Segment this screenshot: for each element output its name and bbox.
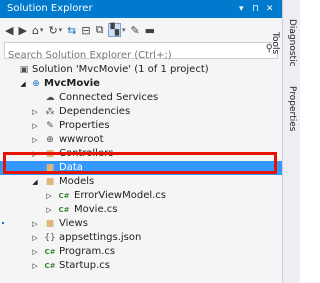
solution-icon: ▣ — [19, 65, 29, 75]
tree-item-label: Properties — [59, 120, 110, 131]
folder-icon: ■ — [45, 149, 55, 159]
tree-item-label: Models — [59, 176, 95, 187]
connected-services-icon: ☁ — [45, 93, 55, 103]
collapsed-arrow-icon[interactable]: ▷ — [30, 147, 40, 161]
tree-item-label: Movie.cs — [74, 204, 118, 215]
csharp-file-icon: C# — [44, 248, 56, 256]
tree-item-project[interactable]: ◢ ⊕ MvcMovie — [0, 77, 282, 91]
tree-item-label: Controllers — [59, 148, 114, 159]
tree-item-models[interactable]: ◢ ■ Models — [0, 175, 282, 189]
tree-item-label: Startup.cs — [59, 260, 111, 271]
tree-item-label: wwwroot — [59, 134, 104, 145]
tree-item-label: ErrorViewModel.cs — [74, 190, 167, 201]
horizontal-scrollbar[interactable] — [0, 277, 282, 283]
tree-item-properties[interactable]: ▷ ✎ Properties — [0, 119, 282, 133]
dropdown-icon[interactable]: ▾ — [122, 26, 126, 34]
pane-title: Solution Explorer — [7, 3, 93, 14]
text-caret — [2, 222, 4, 224]
tree-item-solution[interactable]: ▣ Solution 'MvcMovie' (1 of 1 project) — [0, 63, 282, 77]
show-all-files-icon[interactable]: ▚ — [108, 23, 121, 37]
json-file-icon: {} — [44, 233, 56, 243]
close-icon[interactable]: ✕ — [266, 0, 274, 18]
tree-item-label: MvcMovie — [44, 78, 100, 89]
title-bar: Solution Explorer ▾ ⊓ ✕ — [0, 0, 282, 18]
csharp-file-icon: C# — [44, 262, 56, 270]
collapsed-arrow-icon[interactable]: ▷ — [30, 217, 40, 231]
tree-item-label: Connected Services — [59, 92, 159, 103]
tree-item-label: Dependencies — [59, 106, 131, 117]
tree-item-controllers[interactable]: ▷ ■ Controllers — [0, 147, 282, 161]
sync-icon[interactable]: ⇆ — [67, 24, 76, 37]
expanded-arrow-icon[interactable]: ◢ — [18, 77, 28, 91]
folder-icon: ■ — [45, 177, 55, 187]
forward-icon[interactable]: ▶ — [18, 24, 26, 37]
home-icon[interactable]: ⌂ — [32, 24, 39, 37]
refresh-icon[interactable]: ⧉ — [96, 23, 104, 37]
tree-item-label: Program.cs — [59, 246, 116, 257]
search-input[interactable] — [5, 48, 248, 63]
tree-item-movie[interactable]: ▷ C# Movie.cs — [0, 203, 282, 217]
tree-item-label: appsettings.json — [59, 232, 142, 243]
collapsed-arrow-icon[interactable]: ▷ — [30, 245, 40, 259]
tab-properties[interactable]: Properties — [283, 84, 300, 134]
back-icon[interactable]: ◀ — [5, 24, 13, 37]
web-project-icon: ⊕ — [32, 79, 40, 89]
history-icon[interactable]: ↻ — [48, 24, 57, 37]
tab-diagnostic-tools[interactable]: Diagnostic Tools — [270, 8, 300, 78]
tree-item-dependencies[interactable]: ▷ ⁂ Dependencies — [0, 105, 282, 119]
tree-item-appsettings[interactable]: ▷ {} appsettings.json — [0, 231, 282, 245]
tree-item-data[interactable]: ■ Data — [0, 161, 282, 175]
folder-icon: ■ — [45, 163, 55, 173]
collapsed-arrow-icon[interactable]: ▷ — [44, 203, 54, 217]
search-box[interactable]: ⚲ — [4, 42, 278, 63]
collapsed-arrow-icon[interactable]: ▷ — [30, 231, 40, 245]
tree-item-startup[interactable]: ▷ C# Startup.cs — [0, 259, 282, 273]
tree-item-wwwroot[interactable]: ▷ ⊕ wwwroot — [0, 133, 282, 147]
tree-item-program[interactable]: ▷ C# Program.cs — [0, 245, 282, 259]
tree-item-label: Data — [59, 162, 83, 173]
collapsed-arrow-icon[interactable]: ▷ — [30, 119, 40, 133]
side-tab-strip: Diagnostic Tools Properties — [270, 0, 300, 283]
folder-icon: ■ — [45, 219, 55, 229]
auto-hide-pin-icon[interactable]: ⊓ — [252, 0, 259, 18]
collapsed-arrow-icon[interactable]: ▷ — [30, 259, 40, 273]
dependencies-icon: ⁂ — [45, 107, 55, 117]
csharp-file-icon: C# — [58, 206, 70, 214]
tree-item-connected-services[interactable]: ☁ Connected Services — [0, 91, 282, 105]
collapse-icon[interactable]: ⊟ — [81, 24, 90, 37]
csharp-file-icon: C# — [58, 192, 70, 200]
tree-item-errorviewmodel[interactable]: ▷ C# ErrorViewModel.cs — [0, 189, 282, 203]
toolbar: ◀ ▶ ⌂ ▾ ↻ ▾ ⇆ ⊟ ⧉ ▚ ▾ ✎ ▬ — [0, 18, 282, 42]
expanded-arrow-icon[interactable]: ◢ — [30, 175, 40, 189]
tree-item-label: Views — [59, 218, 88, 229]
solution-explorer-pane: Solution Explorer ▾ ⊓ ✕ ◀ ▶ ⌂ ▾ ↻ ▾ ⇆ ⊟ … — [0, 0, 283, 283]
window-position-dropdown-icon[interactable]: ▾ — [239, 0, 244, 18]
preview-icon[interactable]: ▬ — [145, 24, 155, 37]
dropdown-icon[interactable]: ▾ — [40, 26, 44, 34]
collapsed-arrow-icon[interactable]: ▷ — [30, 105, 40, 119]
wrench-icon: ✎ — [46, 121, 54, 131]
globe-icon: ⊕ — [46, 135, 54, 145]
tree-item-views[interactable]: ▷ ■ Views — [0, 217, 282, 231]
tree-item-label: Solution 'MvcMovie' (1 of 1 project) — [32, 64, 209, 75]
dropdown-icon[interactable]: ▾ — [59, 26, 63, 34]
collapsed-arrow-icon[interactable]: ▷ — [30, 133, 40, 147]
collapsed-arrow-icon[interactable]: ▷ — [44, 189, 54, 203]
properties-wrench-icon[interactable]: ✎ — [130, 24, 139, 37]
